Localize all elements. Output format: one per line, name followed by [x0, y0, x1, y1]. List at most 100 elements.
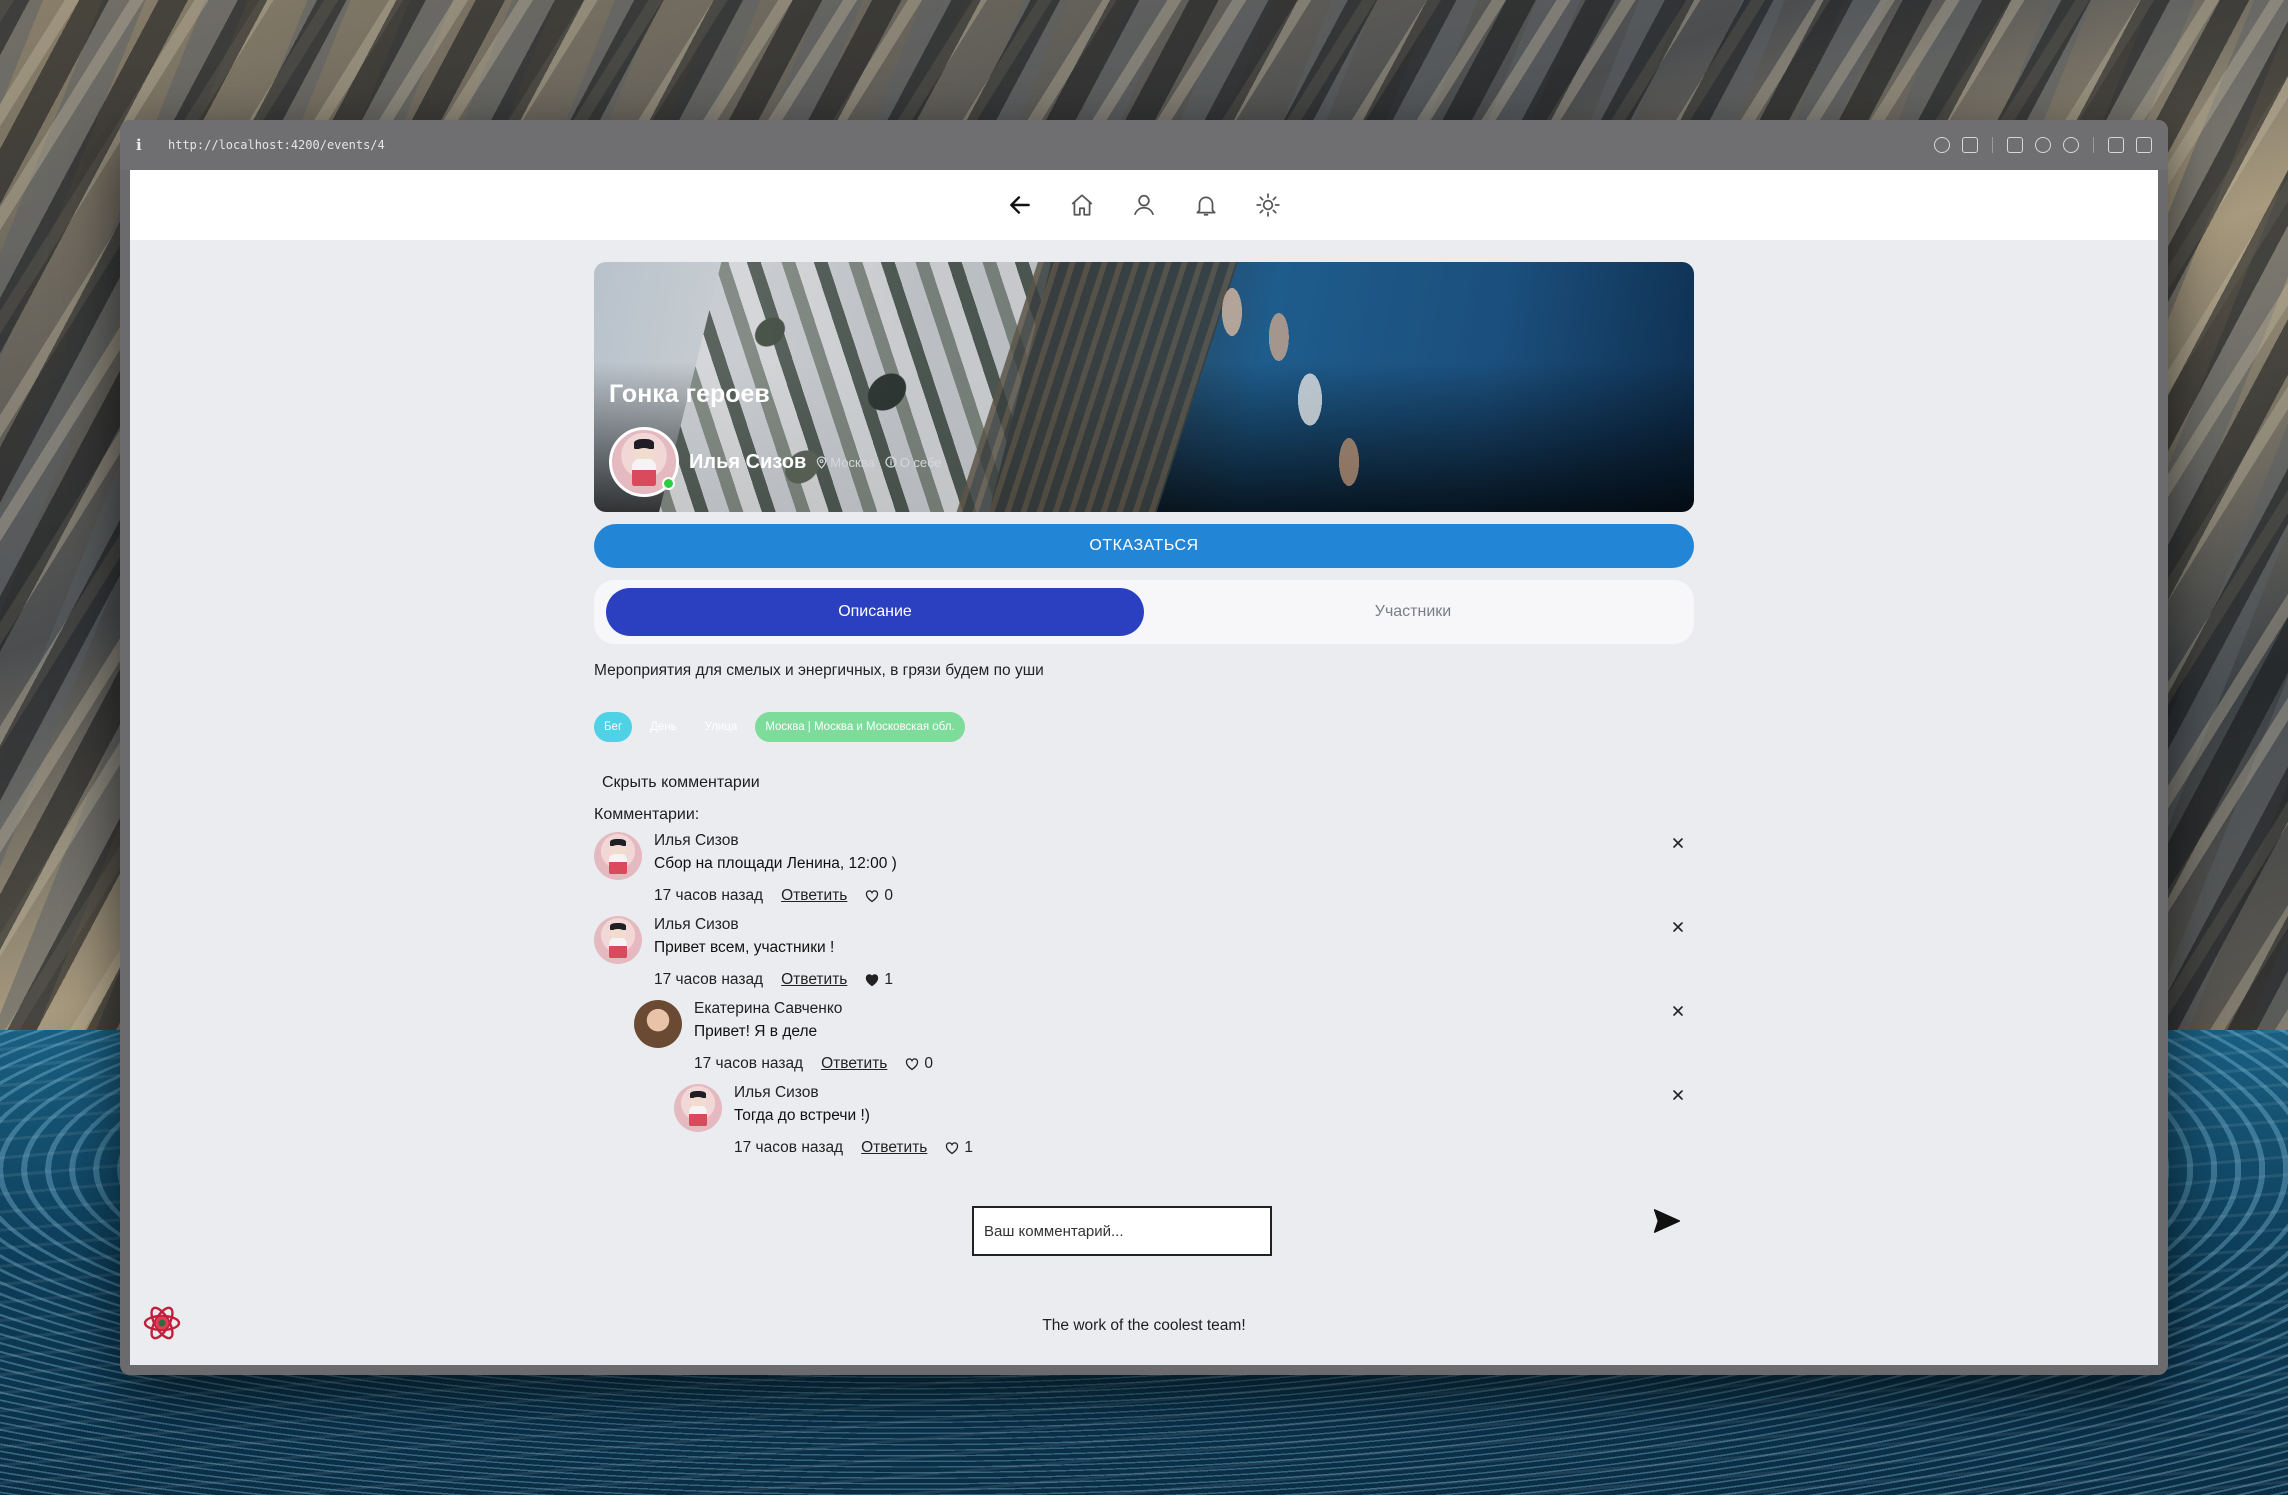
heart-icon [946, 1142, 959, 1155]
tag-chip[interactable]: Улица [694, 712, 748, 742]
comment-author[interactable]: Илья Сизов [654, 830, 1694, 852]
avatar-image [594, 916, 642, 964]
close-icon [1673, 1006, 1683, 1016]
tab-description[interactable]: Описание [606, 588, 1144, 636]
organizer-city-label: Москва [830, 454, 875, 470]
page-info-icon[interactable]: i [136, 136, 156, 154]
comment-author[interactable]: Илья Сизов [654, 914, 1694, 936]
split-view-icon[interactable] [2136, 137, 2152, 153]
toolbar-divider [2093, 137, 2094, 153]
crosshair-icon[interactable] [2063, 137, 2079, 153]
like-button[interactable]: 0 [905, 1055, 933, 1073]
browser-window: i http://localhost:4200/events/4 Гонка г… [120, 120, 2168, 1375]
delete-comment-button[interactable] [1672, 918, 1684, 936]
comment-meta: 17 часов назад Ответить 0 [694, 1052, 1694, 1076]
comment-time: 17 часов назад [694, 1055, 804, 1072]
tag-chip[interactable]: Москва | Москва и Московская обл. [755, 712, 965, 742]
comment-author[interactable]: Екатерина Савченко [694, 998, 1694, 1020]
comment-composer [594, 1206, 1694, 1258]
comment-input[interactable] [972, 1206, 1272, 1256]
comment-item: Илья Сизов Привет всем, участники ! 17 час… [594, 914, 1694, 992]
comment-meta: 17 часов назад Ответить 1 [734, 1136, 1694, 1160]
comment-item: Екатерина Савченко Привет! Я в деле 17 час… [634, 998, 1694, 1076]
browser-toolbar [1934, 137, 2152, 153]
globe-icon[interactable] [2035, 137, 2051, 153]
online-status-indicator [662, 477, 675, 490]
home-icon [1071, 194, 1093, 216]
delete-comment-button[interactable] [1672, 1086, 1684, 1104]
back-button[interactable] [1005, 190, 1035, 220]
event-tags: Бег День Улица Москва | Москва и Московская… [594, 712, 1694, 742]
back-arrow-icon [1010, 196, 1030, 214]
comment-item: Илья Сизов Тогда до встречи !) 17 часов на… [674, 1082, 1694, 1160]
window-icon[interactable] [2007, 137, 2023, 153]
comment-avatar[interactable] [594, 832, 642, 880]
reply-button[interactable]: Ответить [781, 887, 847, 905]
reply-button[interactable]: Ответить [821, 1055, 887, 1073]
event-tabs: Описание Участники [594, 580, 1694, 644]
close-icon [1673, 922, 1683, 932]
event-page: Гонка героев Илья Сизов Москва О себе ОТ… [594, 262, 1694, 1258]
event-hero: Гонка героев Илья Сизов Москва О себе [594, 262, 1694, 512]
organizer-avatar[interactable] [609, 427, 679, 497]
delete-comment-button[interactable] [1672, 834, 1684, 852]
comment-time: 17 часов назад [654, 971, 764, 988]
comment-body: Илья Сизов Привет всем, участники ! 17 час… [654, 914, 1694, 992]
comment-meta: 17 часов назад Ответить 0 [654, 884, 1694, 908]
comments-list: Илья Сизов Сбор на площади Ленина, 12:00 … [594, 830, 1694, 1160]
map-pin-icon [817, 455, 827, 469]
comment-avatar[interactable] [594, 916, 642, 964]
address-bar-url[interactable]: http://localhost:4200/events/4 [168, 138, 385, 152]
send-comment-button[interactable] [1652, 1206, 1686, 1240]
like-count: 0 [884, 887, 893, 904]
notifications-button[interactable] [1191, 190, 1221, 220]
comments-heading: Комментарии: [594, 806, 700, 823]
like-count: 1 [964, 1139, 973, 1156]
hero-photo-climbers [1154, 262, 1414, 512]
comment-author[interactable]: Илья Сизов [734, 1082, 1694, 1104]
info-icon [885, 456, 897, 468]
comment-text: Привет всем, участники ! [654, 939, 835, 956]
like-button[interactable]: 1 [865, 971, 893, 989]
top-navigation [130, 170, 2158, 240]
organizer-city: Москва [816, 454, 875, 470]
tag-chip[interactable]: Бег [594, 712, 633, 742]
organizer-about-label: О себе [899, 454, 942, 470]
organizer-about-link[interactable]: О себе [885, 455, 942, 470]
reply-button[interactable]: Ответить [861, 1139, 927, 1157]
like-button[interactable]: 1 [945, 1139, 973, 1157]
heart-icon [866, 890, 879, 903]
hide-comments-button[interactable]: Скрыть комментарии [602, 774, 760, 792]
event-description: Мероприятия для смелых и энергичных, в г… [594, 662, 1044, 679]
comment-avatar[interactable] [674, 1084, 722, 1132]
comment-text: Привет! Я в деле [694, 1023, 818, 1040]
event-title: Гонка героев [609, 380, 770, 408]
link-icon[interactable] [1934, 137, 1950, 153]
close-icon [1673, 1090, 1683, 1100]
like-count: 1 [884, 971, 893, 988]
sun-icon [1256, 193, 1280, 217]
comment-text: Тогда до встречи !) [734, 1107, 870, 1124]
heart-icon [906, 1058, 919, 1071]
toolbar-divider [1992, 137, 1993, 153]
footer-text: The work of the coolest team! [1042, 1317, 1246, 1334]
organizer-name[interactable]: Илья Сизов [689, 451, 806, 474]
user-icon [1133, 194, 1155, 216]
organizer-info: Илья Сизов Москва О себе [609, 427, 942, 497]
theme-toggle-button[interactable] [1253, 190, 1283, 220]
comment-text: Сбор на площади Ленина, 12:00 ) [654, 855, 897, 872]
refuse-participation-button[interactable]: ОТКАЗАТЬСЯ [594, 524, 1694, 568]
profile-button[interactable] [1129, 190, 1159, 220]
avatar-image [594, 832, 642, 880]
reader-icon[interactable] [2108, 137, 2124, 153]
comment-body: Илья Сизов Сбор на площади Ленина, 12:00 … [654, 830, 1694, 908]
reply-button[interactable]: Ответить [781, 971, 847, 989]
home-button[interactable] [1067, 190, 1097, 220]
delete-comment-button[interactable] [1672, 1002, 1684, 1020]
camera-icon[interactable] [1962, 137, 1978, 153]
tag-chip[interactable]: День [640, 712, 687, 742]
comment-body: Илья Сизов Тогда до встречи !) 17 часов на… [734, 1082, 1694, 1160]
tab-participants[interactable]: Участники [1144, 588, 1682, 636]
like-button[interactable]: 0 [865, 887, 893, 905]
comment-avatar[interactable] [634, 1000, 682, 1048]
